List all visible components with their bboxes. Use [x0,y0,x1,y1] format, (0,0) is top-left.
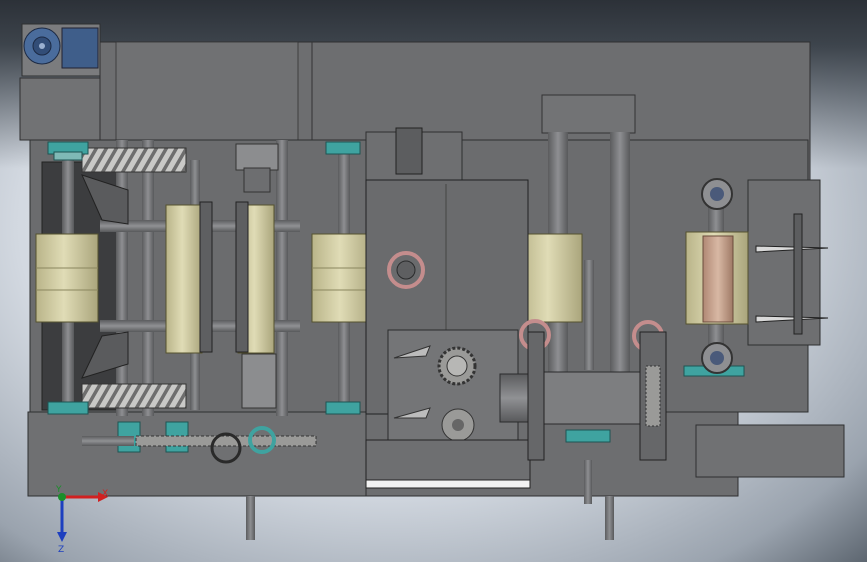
coordinate-triad: X Y Z [55,485,108,555]
y-axis-label: Y [55,485,62,495]
x-axis-label: X [102,489,108,499]
z-axis-label: Z [58,545,64,555]
cad-viewport[interactable]: X Y Z [0,0,867,562]
